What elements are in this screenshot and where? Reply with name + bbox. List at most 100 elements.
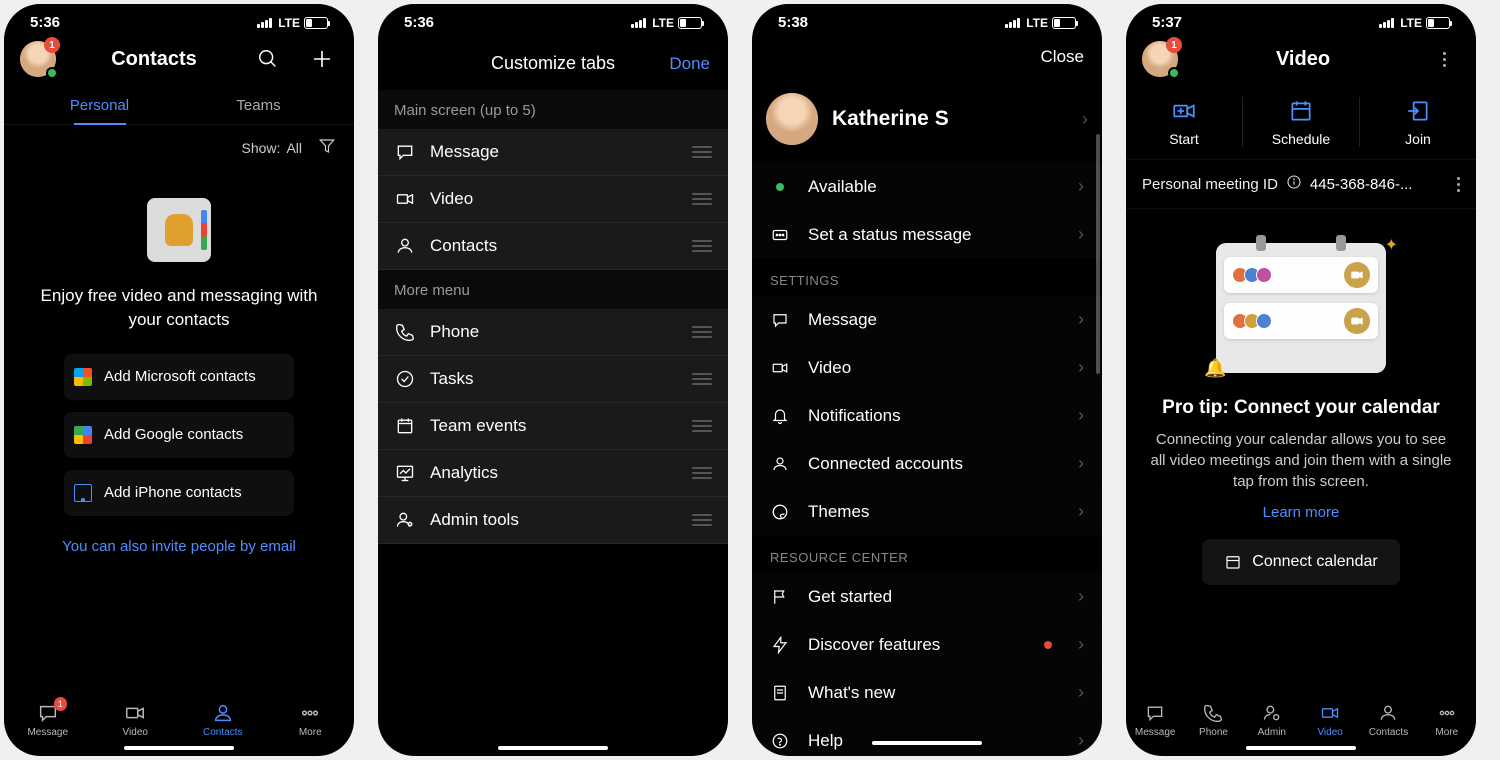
drag-handle-icon[interactable] (692, 326, 712, 338)
admin-icon (394, 509, 416, 531)
settings-themes[interactable]: Themes› (752, 488, 1102, 536)
nav-more[interactable]: More (1418, 701, 1476, 738)
drag-handle-icon[interactable] (692, 240, 712, 252)
status-bar: 5:37 LTE (1126, 4, 1476, 37)
status-time: 5:36 (404, 14, 434, 31)
scrollbar-thumb[interactable] (1096, 134, 1100, 374)
resource-help[interactable]: Help› (752, 717, 1102, 756)
status-time: 5:36 (30, 14, 60, 31)
connect-calendar-button[interactable]: Connect calendar (1202, 539, 1399, 585)
nav-video[interactable]: Video (92, 701, 180, 738)
nav-video[interactable]: Video (1301, 701, 1359, 738)
schedule-button[interactable]: Schedule (1243, 97, 1360, 147)
join-button[interactable]: Join (1360, 97, 1476, 147)
nav-admin[interactable]: Admin (1243, 701, 1301, 738)
close-button[interactable]: Close (1041, 47, 1084, 67)
iphone-icon (74, 484, 92, 502)
join-icon (1405, 97, 1431, 125)
analytics-icon (394, 462, 416, 484)
pmi-overflow-button[interactable] (1457, 177, 1460, 192)
intro-text: Enjoy free video and messaging with your… (34, 284, 324, 332)
more-icon (1437, 703, 1457, 723)
chevron-right-icon: › (1078, 224, 1084, 245)
nav-contacts[interactable]: Contacts (179, 701, 267, 738)
tab-row-video[interactable]: Video (378, 176, 728, 223)
home-indicator[interactable] (498, 746, 608, 750)
message-icon (1145, 703, 1165, 723)
bolt-icon (770, 636, 790, 654)
protip-title: Pro tip: Connect your calendar (1162, 397, 1440, 419)
filter-all-value[interactable]: All (286, 140, 302, 156)
signal-icon (1379, 18, 1394, 28)
tab-row-message[interactable]: Message (378, 129, 728, 176)
drag-handle-icon[interactable] (692, 420, 712, 432)
drag-handle-icon[interactable] (692, 193, 712, 205)
nav-more[interactable]: More (267, 701, 355, 738)
drag-handle-icon[interactable] (692, 373, 712, 385)
calendar-illustration: ✦ 🔔 (1216, 243, 1386, 373)
notification-badge: 1 (1166, 37, 1182, 53)
invite-email-link[interactable]: You can also invite people by email (62, 538, 296, 555)
tab-row-tasks[interactable]: Tasks (378, 356, 728, 403)
tab-teams[interactable]: Teams (179, 87, 338, 124)
drag-handle-icon[interactable] (692, 146, 712, 158)
tab-row-admintools[interactable]: Admin tools (378, 497, 728, 544)
drag-handle-icon[interactable] (692, 467, 712, 479)
chevron-right-icon: › (1078, 357, 1084, 378)
more-icon (299, 702, 321, 724)
chevron-right-icon: › (1078, 586, 1084, 607)
tab-row-phone[interactable]: Phone (378, 309, 728, 356)
add-iphone-button[interactable]: Add iPhone contacts (64, 470, 294, 516)
chevron-right-icon: › (1078, 309, 1084, 330)
status-available-row[interactable]: Available› (752, 163, 1102, 211)
done-button[interactable]: Done (669, 54, 710, 74)
home-indicator[interactable] (872, 741, 982, 745)
tab-row-analytics[interactable]: Analytics (378, 450, 728, 497)
tab-row-teamevents[interactable]: Team events (378, 403, 728, 450)
info-icon[interactable] (1286, 174, 1302, 194)
overflow-button[interactable] (1428, 43, 1460, 75)
phone-icon (394, 321, 416, 343)
nav-phone[interactable]: Phone (1184, 701, 1242, 738)
themes-icon (770, 503, 790, 521)
resource-discover[interactable]: Discover features› (752, 621, 1102, 669)
settings-video[interactable]: Video› (752, 344, 1102, 392)
search-button[interactable] (252, 43, 284, 75)
home-indicator[interactable] (124, 746, 234, 750)
add-button[interactable] (306, 43, 338, 75)
section-more-label: More menu (378, 270, 728, 309)
signal-icon (257, 18, 272, 28)
notification-badge: 1 (44, 37, 60, 53)
tab-row-contacts[interactable]: Contacts (378, 223, 728, 270)
start-button[interactable]: Start (1126, 97, 1243, 147)
schedule-icon (1288, 97, 1314, 125)
add-google-button[interactable]: Add Google contacts (64, 412, 294, 458)
nav-message[interactable]: Message (1126, 701, 1184, 738)
pmi-value: 445-368-846-... (1310, 176, 1449, 193)
contacts-icon (394, 235, 416, 257)
settings-connected[interactable]: Connected accounts› (752, 440, 1102, 488)
nav-contacts[interactable]: Contacts (1359, 701, 1417, 738)
profile-avatar[interactable]: 1 (1142, 41, 1178, 77)
resource-whatsnew[interactable]: What's new› (752, 669, 1102, 717)
page-title: Contacts (56, 48, 252, 71)
add-microsoft-button[interactable]: Add Microsoft contacts (64, 354, 294, 400)
status-bar: 5:36 LTE (4, 4, 354, 37)
set-status-row[interactable]: Set a status message› (752, 211, 1102, 259)
profile-row[interactable]: Katherine S › (752, 75, 1102, 163)
settings-notifications[interactable]: Notifications› (752, 392, 1102, 440)
signal-icon (1005, 18, 1020, 28)
drag-handle-icon[interactable] (692, 514, 712, 526)
home-indicator[interactable] (1246, 746, 1356, 750)
nav-message[interactable]: 1Message (4, 701, 92, 738)
new-indicator-dot (1044, 641, 1052, 649)
tab-personal[interactable]: Personal (20, 87, 179, 124)
profile-avatar[interactable]: 1 (20, 41, 56, 77)
settings-message[interactable]: Message› (752, 296, 1102, 344)
resource-getstarted[interactable]: Get started› (752, 573, 1102, 621)
contacts-icon (1378, 703, 1398, 723)
learn-more-link[interactable]: Learn more (1263, 504, 1340, 521)
presence-indicator (46, 67, 58, 79)
admin-icon (1262, 703, 1282, 723)
filter-icon[interactable] (318, 137, 336, 158)
